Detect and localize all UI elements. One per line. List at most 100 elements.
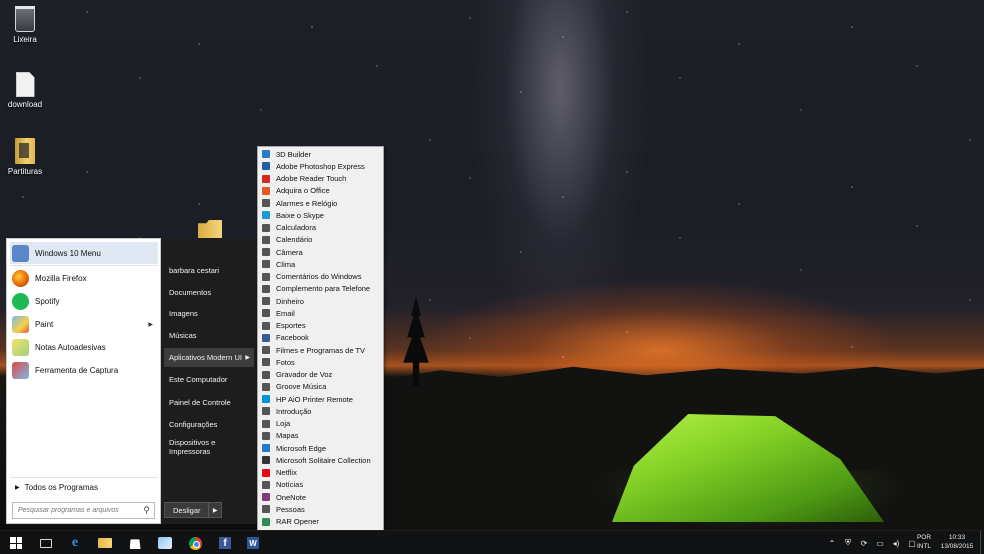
place-this-pc[interactable]: Este Computador [164, 370, 254, 389]
shutdown-button[interactable]: Desligar ▶ [164, 502, 222, 518]
network-status-icon[interactable]: ⛨ [842, 537, 854, 549]
modern-app-item[interactable]: Calendário [259, 234, 383, 246]
start-button[interactable] [1, 531, 31, 554]
app-tile-icon [262, 333, 270, 342]
desktop-icon-label: Partituras [7, 167, 43, 176]
place-control-panel[interactable]: Painel de Controle [164, 393, 254, 412]
modern-app-item[interactable]: Groove Música [259, 381, 383, 393]
modern-app-item[interactable]: Microsoft Solitaire Collection [259, 454, 383, 466]
modern-app-item[interactable]: 3D Builder [259, 148, 383, 160]
modern-app-item[interactable]: Dinheiro [259, 295, 383, 307]
spotify-icon [12, 292, 29, 310]
app-tile-icon [262, 321, 270, 330]
word-icon: W [247, 537, 259, 549]
taskbar-store[interactable] [120, 531, 150, 554]
place-label: Músicas [169, 331, 197, 340]
task-view-button[interactable] [31, 531, 61, 554]
volume-icon[interactable]: ◂) [890, 537, 902, 549]
modern-app-label: RAR Opener [276, 517, 319, 526]
place-documents[interactable]: Documentos [164, 283, 254, 302]
modern-app-item[interactable]: Fotos [259, 356, 383, 368]
modern-app-item[interactable]: Adquira o Office [259, 185, 383, 197]
program-paint[interactable]: Paint ▶ [10, 313, 158, 335]
language-indicator[interactable]: POR INTL [913, 533, 935, 551]
taskbar-clock[interactable]: 10:33 13/08/2015 [937, 533, 977, 551]
show-hidden-icons-chevron-icon[interactable]: ⌃ [826, 537, 838, 549]
place-modern-ui-apps[interactable]: Aplicativos Modern UI ▶ [164, 348, 254, 367]
taskbar-facebook[interactable]: f [210, 531, 240, 554]
modern-app-item[interactable]: Email [259, 307, 383, 319]
modern-app-item[interactable]: Esportes [259, 320, 383, 332]
search-input[interactable] [18, 507, 136, 514]
modern-app-item[interactable]: HP AiO Printer Remote [259, 393, 383, 405]
modern-app-item[interactable]: Calculadora [259, 222, 383, 234]
app-tile-icon [262, 493, 270, 501]
modern-app-item[interactable]: Complemento para Telefone [259, 283, 383, 295]
app-tile-icon [262, 370, 270, 379]
modern-app-item[interactable]: Comentários do Windows [259, 271, 383, 283]
modern-app-label: Email [276, 308, 295, 318]
program-snipping-tool[interactable]: Ferramenta de Captura [10, 359, 158, 381]
modern-app-item[interactable]: RAR Opener [259, 516, 383, 528]
show-desktop-button[interactable] [980, 531, 984, 554]
modern-app-item[interactable]: Câmera [259, 246, 383, 258]
modern-app-label: Pessoas [276, 504, 305, 514]
program-spotify[interactable]: Spotify [10, 290, 158, 312]
app-tile-icon [262, 419, 270, 428]
program-windows-10-menu[interactable]: Windows 10 Menu [10, 242, 158, 264]
place-label: barbara cestari [169, 266, 220, 275]
modern-app-label: Adquira o Office [276, 186, 330, 196]
modern-app-item[interactable]: Introdução [259, 405, 383, 417]
modern-app-item[interactable]: Microsoft Edge [259, 442, 383, 454]
program-sticky-notes[interactable]: Notas Autoadesivas [10, 336, 158, 358]
place-music[interactable]: Músicas [164, 326, 254, 345]
place-label: Documentos [169, 288, 212, 297]
taskbar-edge[interactable]: e [60, 531, 90, 554]
modern-app-item[interactable]: Facebook [259, 332, 383, 344]
place-devices-printers[interactable]: Dispositivos e Impressoras [164, 437, 254, 456]
task-view-icon [40, 538, 52, 548]
modern-app-item[interactable]: Mapas [259, 430, 383, 442]
modern-app-label: Microsoft Edge [276, 443, 327, 453]
facebook-icon: f [219, 537, 231, 549]
modern-app-label: Clima [276, 259, 296, 269]
app-tile-icon [262, 199, 270, 207]
all-programs-button[interactable]: ▶ Todos os Programas [15, 483, 98, 492]
place-settings[interactable]: Configurações [164, 415, 254, 434]
start-search-box[interactable]: ⚲ [12, 502, 155, 519]
modern-app-item[interactable]: Clima [259, 258, 383, 270]
shutdown-options-arrow-icon[interactable]: ▶ [208, 503, 221, 517]
desktop-icon-recycle-bin[interactable]: Lixeira [0, 6, 50, 44]
taskbar-chrome[interactable] [180, 531, 210, 554]
modern-app-label: Comentários do Windows [276, 272, 362, 281]
modern-app-item[interactable]: Gravador de Voz [259, 369, 383, 381]
place-user-folder[interactable]: barbara cestari [164, 261, 254, 280]
program-firefox[interactable]: Mozilla Firefox [10, 267, 158, 289]
modern-app-item[interactable]: Adobe Photoshop Express [259, 160, 383, 172]
modern-app-item[interactable]: Notícias [259, 479, 383, 491]
modern-app-item[interactable]: Pessoas [259, 503, 383, 515]
modern-app-item[interactable]: Baixe o Skype [259, 209, 383, 221]
modern-app-item[interactable]: Alarmes e Relógio [259, 197, 383, 209]
taskbar-paint[interactable] [150, 531, 180, 554]
desktop-icon-download[interactable]: download [0, 72, 50, 109]
taskbar-word[interactable]: W [238, 531, 268, 554]
app-tile-icon [262, 382, 270, 391]
modern-app-label: Baixe o Skype [276, 210, 324, 220]
modern-app-item[interactable]: Loja [259, 418, 383, 430]
desktop-icon-partituras[interactable]: Partituras [0, 138, 50, 176]
taskbar-file-explorer[interactable] [90, 531, 120, 554]
modern-app-item[interactable]: OneNote [259, 491, 383, 503]
place-label: Configurações [169, 420, 218, 429]
sync-icon[interactable]: ⟳ [858, 537, 870, 549]
search-icon[interactable]: ⚲ [143, 505, 150, 516]
place-pictures[interactable]: Imagens [164, 304, 254, 323]
modern-app-item[interactable]: Filmes e Programas de TV [259, 344, 383, 356]
app-tile-icon [262, 309, 270, 318]
battery-icon[interactable]: ▭ [874, 537, 886, 549]
clock-time: 10:33 [948, 534, 966, 541]
divider [10, 477, 158, 478]
app-tile-icon [262, 162, 270, 171]
modern-app-item[interactable]: Adobe Reader Touch [259, 173, 383, 185]
modern-app-item[interactable]: Netflix [259, 467, 383, 479]
